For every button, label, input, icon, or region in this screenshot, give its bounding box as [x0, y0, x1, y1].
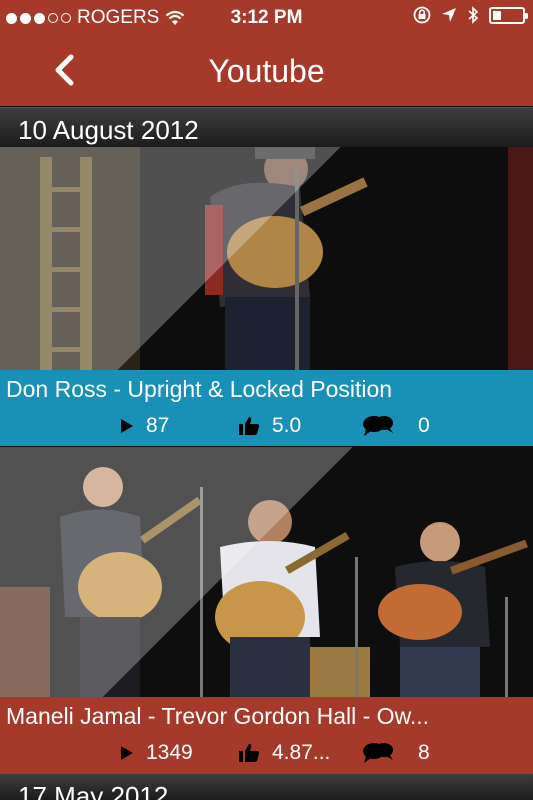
speech-bubbles-icon — [363, 743, 393, 763]
thumbs-up-icon — [239, 744, 259, 762]
status-icons — [413, 6, 528, 24]
video-thumbnail[interactable] — [0, 147, 533, 370]
video-title: Maneli Jamal - Trevor Gordon Hall - Ow..… — [6, 703, 430, 729]
rating-value: 4.87... — [272, 741, 331, 764]
thumbnail-overlay — [0, 147, 533, 370]
video-card[interactable]: Maneli Jamal - Trevor Gordon Hall - Ow..… — [0, 447, 533, 773]
rating-stat: 4.87... — [238, 741, 330, 765]
views-stat: 87 — [120, 414, 169, 438]
video-card[interactable]: Don Ross - Upright & Locked Position 87 … — [0, 147, 533, 446]
comments-count: 0 — [418, 414, 430, 437]
comments-count: 8 — [418, 741, 430, 764]
views-count: 87 — [146, 414, 170, 437]
comments-stat: 0 — [362, 414, 430, 438]
video-info-bar[interactable]: Don Ross - Upright & Locked Position 87 … — [0, 370, 533, 446]
views-count: 1349 — [146, 741, 193, 764]
views-stat: 1349 — [120, 741, 193, 765]
video-title: Don Ross - Upright & Locked Position — [6, 376, 393, 402]
thumbnail-overlay — [0, 447, 533, 697]
play-icon — [121, 419, 133, 433]
rotation-lock-icon — [413, 6, 431, 24]
navigation-bar: Youtube — [0, 36, 533, 106]
location-arrow-icon — [442, 8, 456, 22]
status-bar: ROGERS 3:12 PM — [0, 0, 533, 36]
battery-icon — [489, 6, 528, 24]
rating-value: 5.0 — [272, 414, 302, 437]
bluetooth-icon — [468, 6, 479, 24]
section-header-date: 10 August 2012 — [0, 107, 533, 147]
battery-level — [493, 10, 501, 20]
thumbs-up-icon — [239, 417, 259, 435]
speech-bubbles-icon — [363, 416, 393, 436]
page-title: Youtube — [208, 53, 325, 89]
video-thumbnail[interactable] — [0, 447, 533, 697]
comments-stat: 8 — [362, 741, 430, 765]
play-icon — [121, 746, 133, 760]
video-info-bar[interactable]: Maneli Jamal - Trevor Gordon Hall - Ow..… — [0, 697, 533, 773]
section-header-date: 17 May 2012 — [0, 773, 533, 800]
rating-stat: 5.0 — [238, 414, 301, 438]
